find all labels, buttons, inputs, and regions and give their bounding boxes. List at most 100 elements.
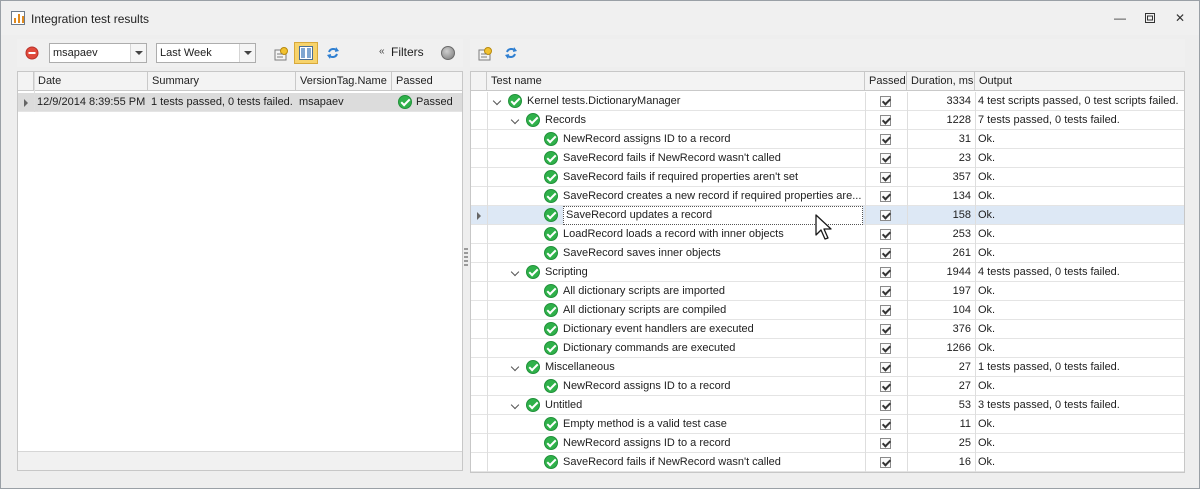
table-row[interactable]: 12/9/2014 8:39:55 PM 1 tests passed, 0 t… (18, 93, 462, 112)
tree-row[interactable]: SaveRecord fails if NewRecord wasn't cal… (471, 149, 1184, 168)
test-rows: Kernel tests.DictionaryManager 3334 4 test… (471, 92, 1184, 472)
grid-line (865, 149, 866, 168)
grid-line (34, 72, 35, 112)
tree-row[interactable]: SaveRecord fails if NewRecord wasn't cal… (471, 453, 1184, 472)
passed-checkbox[interactable] (880, 305, 891, 316)
passed-checkbox[interactable] (880, 172, 891, 183)
tree-row[interactable]: Untitled 53 3 tests passed, 0 tests failed… (471, 396, 1184, 415)
test-grid-header: Test name Passed Duration, ms Output (471, 72, 1184, 91)
tree-row[interactable]: Miscellaneous 27 1 tests passed, 0 tests f… (471, 358, 1184, 377)
passed-checkbox[interactable] (880, 153, 891, 164)
tree-row[interactable]: Empty method is a valid test case 11 Ok. (471, 415, 1184, 434)
column-header-passed[interactable]: Passed (865, 72, 907, 91)
column-header-output[interactable]: Output (975, 72, 1184, 91)
column-header-duration[interactable]: Duration, ms (907, 72, 975, 91)
tree-row[interactable]: SaveRecord fails if required properties … (471, 168, 1184, 187)
grid-line (975, 320, 976, 339)
tree-row[interactable]: Records 1228 7 tests passed, 0 tests faile… (471, 111, 1184, 130)
tree-row[interactable]: Scripting 1944 4 tests passed, 0 tests fai… (471, 263, 1184, 282)
passed-checkbox[interactable] (880, 210, 891, 221)
grid-line (865, 187, 866, 206)
passed-checkbox[interactable] (880, 419, 891, 430)
settings-icon[interactable] (273, 46, 289, 62)
tree-row[interactable]: NewRecord assigns ID to a record 25 Ok. (471, 434, 1184, 453)
column-header-versiontag[interactable]: VersionTag.Name (296, 72, 392, 91)
minimize-icon[interactable]: — (1107, 9, 1133, 27)
passed-checkbox[interactable] (880, 248, 891, 259)
passed-checkbox[interactable] (880, 267, 891, 278)
test-name: SaveRecord fails if NewRecord wasn't cal… (563, 456, 781, 468)
user-select[interactable]: msapaev (49, 43, 147, 63)
chevron-down-icon[interactable] (130, 44, 146, 62)
passed-checkbox[interactable] (880, 229, 891, 240)
grid-line (865, 111, 866, 130)
duration-value: 134 (952, 190, 971, 202)
passed-check-icon (544, 322, 558, 336)
passed-check-icon (526, 265, 540, 279)
runs-grid-footer (18, 451, 462, 470)
tree-row[interactable]: SaveRecord creates a new record if requi… (471, 187, 1184, 206)
column-header-summary[interactable]: Summary (148, 72, 296, 91)
output-text: Ok. (978, 228, 996, 240)
grid-line (865, 301, 866, 320)
splitter-handle[interactable] (464, 248, 468, 266)
grid-line (865, 434, 866, 453)
tree-row[interactable]: Kernel tests.DictionaryManager 3334 4 test… (471, 92, 1184, 111)
tree-row[interactable]: SaveRecord saves inner objects 261 Ok. (471, 244, 1184, 263)
passed-check-icon (544, 189, 558, 203)
stop-icon[interactable] (25, 46, 39, 60)
expand-chevron-icon[interactable] (511, 362, 521, 372)
expand-chevron-icon[interactable] (511, 267, 521, 277)
grid-line (975, 377, 976, 396)
expand-chevron-icon[interactable] (493, 96, 503, 106)
output-text: Ok. (978, 152, 996, 164)
output-text: Ok. (978, 437, 996, 449)
filters-button[interactable]: « Filters (379, 45, 433, 60)
refresh-icon[interactable] (326, 46, 340, 60)
passed-check-icon (544, 379, 558, 393)
passed-checkbox[interactable] (880, 191, 891, 202)
tree-row[interactable]: All dictionary scripts are compiled 104 Ok… (471, 301, 1184, 320)
run-date: 12/9/2014 8:39:55 PM (37, 96, 146, 108)
title-bar: Integration test results — ✕ (1, 1, 1199, 35)
duration-value: 1228 (946, 114, 971, 126)
grid-line (865, 415, 866, 434)
duration-value: 11 (959, 418, 971, 430)
passed-checkbox[interactable] (880, 438, 891, 449)
settings-icon[interactable] (477, 46, 493, 62)
column-header-date[interactable]: Date (34, 72, 148, 91)
passed-checkbox[interactable] (880, 115, 891, 126)
restore-icon[interactable] (1137, 9, 1163, 27)
passed-checkbox[interactable] (880, 324, 891, 335)
passed-checkbox[interactable] (880, 362, 891, 373)
duration-value: 197 (952, 285, 971, 297)
refresh-icon[interactable] (504, 46, 518, 60)
tree-row[interactable]: Dictionary event handlers are executed 37… (471, 320, 1184, 339)
passed-checkbox[interactable] (880, 96, 891, 107)
layout-toggle-button[interactable] (294, 42, 318, 64)
duration-value: 1266 (946, 342, 971, 354)
expand-chevron-icon[interactable] (511, 115, 521, 125)
tree-row[interactable]: NewRecord assigns ID to a record 31 Ok. (471, 130, 1184, 149)
passed-checkbox[interactable] (880, 343, 891, 354)
column-header-test-name[interactable]: Test name (487, 72, 865, 91)
duration-value: 261 (952, 247, 971, 259)
tree-row[interactable]: All dictionary scripts are imported 197 Ok… (471, 282, 1184, 301)
passed-checkbox[interactable] (880, 381, 891, 392)
passed-checkbox[interactable] (880, 400, 891, 411)
status-dot-icon (441, 46, 455, 60)
test-name: SaveRecord saves inner objects (563, 247, 721, 259)
passed-checkbox[interactable] (880, 134, 891, 145)
passed-checkbox[interactable] (880, 457, 891, 468)
column-header-passed[interactable]: Passed (392, 72, 462, 91)
tree-row[interactable]: NewRecord assigns ID to a record 27 Ok. (471, 377, 1184, 396)
chevron-down-icon[interactable] (239, 44, 255, 62)
output-text: 4 tests passed, 0 tests failed. (978, 266, 1120, 278)
grid-line (975, 301, 976, 320)
passed-checkbox[interactable] (880, 286, 891, 297)
tree-row[interactable]: Dictionary commands are executed 1266 Ok. (471, 339, 1184, 358)
expand-chevron-icon[interactable] (511, 400, 521, 410)
close-icon[interactable]: ✕ (1167, 9, 1193, 27)
period-select[interactable]: Last Week (156, 43, 256, 63)
test-name: SaveRecord fails if NewRecord wasn't cal… (563, 152, 781, 164)
